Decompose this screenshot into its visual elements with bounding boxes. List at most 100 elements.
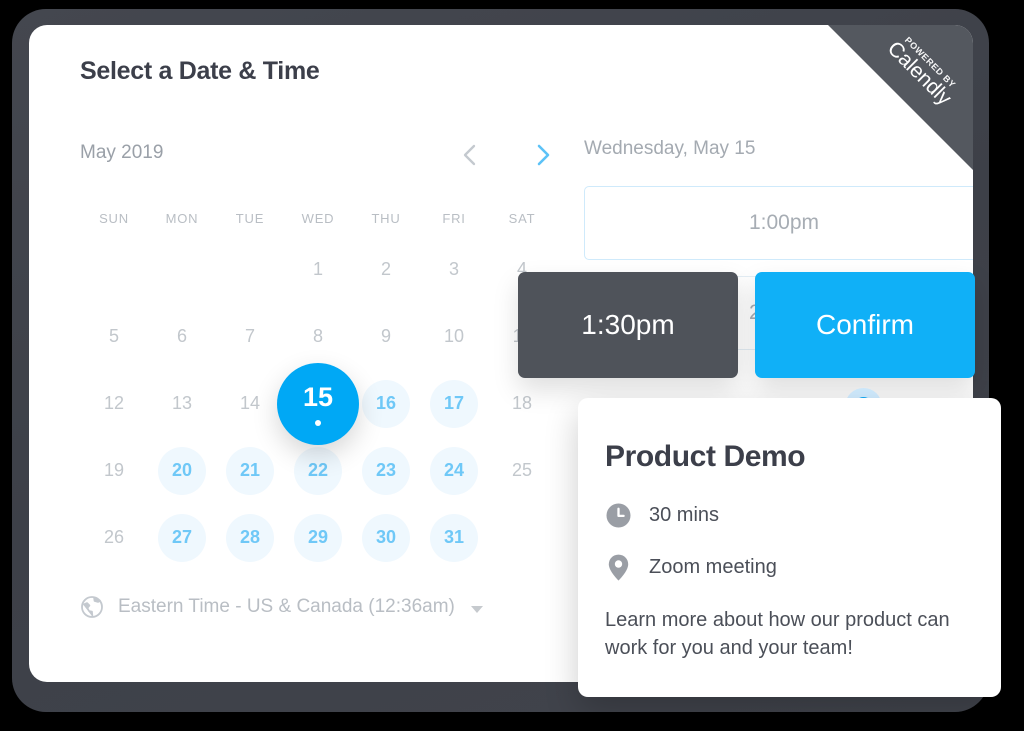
calendar-header: May 2019 bbox=[80, 138, 549, 176]
timezone-selector[interactable]: Eastern Time - US & Canada (12:36am) bbox=[80, 595, 483, 619]
demo-duration-row: 30 mins bbox=[605, 502, 971, 529]
day-number: 26 bbox=[103, 527, 125, 547]
day-number[interactable]: 21 bbox=[226, 446, 274, 495]
day-cell-disabled-18: 18 bbox=[488, 370, 556, 437]
day-number[interactable]: 28 bbox=[226, 513, 274, 562]
ribbon-subtitle: POWERED BY bbox=[902, 35, 958, 90]
day-number: 8 bbox=[312, 326, 323, 346]
day-number[interactable]: 20 bbox=[158, 446, 206, 495]
weekday-label-thu: THU bbox=[371, 211, 401, 226]
day-cell-available-22[interactable]: 22 bbox=[284, 437, 352, 504]
day-number[interactable]: 22 bbox=[294, 446, 342, 495]
next-month-button[interactable] bbox=[526, 138, 560, 172]
day-number: 25 bbox=[511, 460, 533, 480]
day-number[interactable]: 16 bbox=[362, 379, 410, 428]
day-cell-available-27[interactable]: 27 bbox=[148, 504, 216, 571]
map-pin-icon bbox=[605, 553, 632, 582]
day-cell-disabled-3: 3 bbox=[420, 236, 488, 303]
day-number: 15 bbox=[302, 381, 334, 412]
day-number[interactable]: 31 bbox=[430, 513, 478, 562]
timezone-label: Eastern Time - US & Canada (12:36am) bbox=[118, 596, 455, 617]
day-cell-available-17[interactable]: 17 bbox=[420, 370, 488, 437]
day-number: 1 bbox=[312, 259, 323, 279]
day-cell-disabled-25: 25 bbox=[488, 437, 556, 504]
day-cell-empty bbox=[80, 236, 148, 303]
day-cell-empty bbox=[148, 236, 216, 303]
day-cell-disabled-8: 8 bbox=[284, 303, 352, 370]
day-number: 3 bbox=[448, 259, 459, 279]
demo-title: Product Demo bbox=[605, 440, 806, 473]
page-title: Select a Date & Time bbox=[80, 57, 320, 85]
screenshot-stage: POWERED BY Calendly Select a Date & Time… bbox=[0, 0, 1024, 731]
weekday-label-wed: WED bbox=[301, 211, 335, 226]
day-cell-disabled-9: 9 bbox=[352, 303, 420, 370]
day-number: 7 bbox=[244, 326, 255, 346]
weekday-label-sat: SAT bbox=[508, 211, 536, 226]
product-demo-popup: Product Demo 30 mins Zoom meeting Learn … bbox=[578, 398, 1001, 697]
day-cell-disabled-10: 10 bbox=[420, 303, 488, 370]
day-cell-available-21[interactable]: 21 bbox=[216, 437, 284, 504]
day-number: 19 bbox=[103, 460, 125, 480]
selected-day-dot bbox=[315, 419, 321, 426]
day-cell-disabled-6: 6 bbox=[148, 303, 216, 370]
weekday-label-tue: TUE bbox=[235, 211, 265, 226]
ribbon-brand: Calendly bbox=[882, 37, 956, 111]
day-cell-disabled-1: 1 bbox=[284, 236, 352, 303]
day-number[interactable]: 17 bbox=[430, 379, 478, 428]
day-cell-disabled-13: 13 bbox=[148, 370, 216, 437]
day-cell-available-31[interactable]: 31 bbox=[420, 504, 488, 571]
day-number[interactable]: 23 bbox=[362, 446, 410, 495]
demo-description: Learn more about how our product can wor… bbox=[605, 609, 950, 660]
day-cell-disabled-12: 12 bbox=[80, 370, 148, 437]
day-cell-disabled-5: 5 bbox=[80, 303, 148, 370]
day-cell-disabled-26: 26 bbox=[80, 504, 148, 571]
demo-location-row: Zoom meeting bbox=[605, 553, 971, 582]
day-number[interactable]: 29 bbox=[294, 513, 342, 562]
demo-duration-label: 30 mins bbox=[649, 504, 720, 526]
day-number: 14 bbox=[239, 393, 261, 413]
day-number: 9 bbox=[380, 326, 391, 346]
day-number: 18 bbox=[511, 393, 533, 413]
day-cell-available-28[interactable]: 28 bbox=[216, 504, 284, 571]
day-cell-disabled-14: 14 bbox=[216, 370, 284, 437]
prev-month-button[interactable] bbox=[452, 138, 486, 172]
day-selected-circle[interactable]: 15 bbox=[277, 362, 359, 445]
caret-down-icon bbox=[470, 605, 483, 613]
confirm-action-row: 1:30pm Confirm bbox=[518, 272, 975, 378]
weekday-label-sun: SUN bbox=[99, 211, 129, 226]
day-grid: 1234567891011121314151617181920212223242… bbox=[80, 236, 556, 571]
day-number: 10 bbox=[443, 326, 465, 346]
day-cell-available-29[interactable]: 29 bbox=[284, 504, 352, 571]
day-number: 12 bbox=[103, 393, 125, 413]
day-number: 6 bbox=[176, 326, 187, 346]
day-cell-available-24[interactable]: 24 bbox=[420, 437, 488, 504]
day-cell-selected-15[interactable]: 15 bbox=[277, 362, 359, 445]
day-number: 2 bbox=[380, 259, 391, 279]
globe-icon bbox=[80, 595, 104, 619]
clock-icon bbox=[605, 502, 632, 529]
demo-location-label: Zoom meeting bbox=[649, 556, 777, 578]
day-cell-disabled-19: 19 bbox=[80, 437, 148, 504]
day-number: 5 bbox=[108, 326, 119, 346]
day-number[interactable]: 24 bbox=[430, 446, 478, 495]
weekday-label-fri: FRI bbox=[442, 211, 466, 226]
weekday-header-row: SUN MON TUE WED THU FRI SAT bbox=[80, 211, 556, 226]
ribbon-text: POWERED BY Calendly bbox=[858, 25, 973, 135]
day-cell-disabled-2: 2 bbox=[352, 236, 420, 303]
day-cell-available-23[interactable]: 23 bbox=[352, 437, 420, 504]
day-cell-available-30[interactable]: 30 bbox=[352, 504, 420, 571]
time-slot-1pm[interactable]: 1:00pm bbox=[584, 186, 973, 260]
day-cell-disabled-7: 7 bbox=[216, 303, 284, 370]
day-cell-available-16[interactable]: 16 bbox=[352, 370, 420, 437]
day-number[interactable]: 27 bbox=[158, 513, 206, 562]
weekday-label-mon: MON bbox=[165, 211, 199, 226]
calendar-column: May 2019 SUN MON TUE WED THU FRI SAT 123456789… bbox=[80, 138, 560, 571]
selected-time-button[interactable]: 1:30pm bbox=[518, 272, 738, 378]
day-number: 13 bbox=[171, 393, 193, 413]
selected-day-heading: Wednesday, May 15 bbox=[584, 138, 756, 159]
month-label: May 2019 bbox=[80, 142, 164, 163]
day-cell-available-20[interactable]: 20 bbox=[148, 437, 216, 504]
day-cell-empty bbox=[216, 236, 284, 303]
day-number[interactable]: 30 bbox=[362, 513, 410, 562]
confirm-button[interactable]: Confirm bbox=[755, 272, 975, 378]
